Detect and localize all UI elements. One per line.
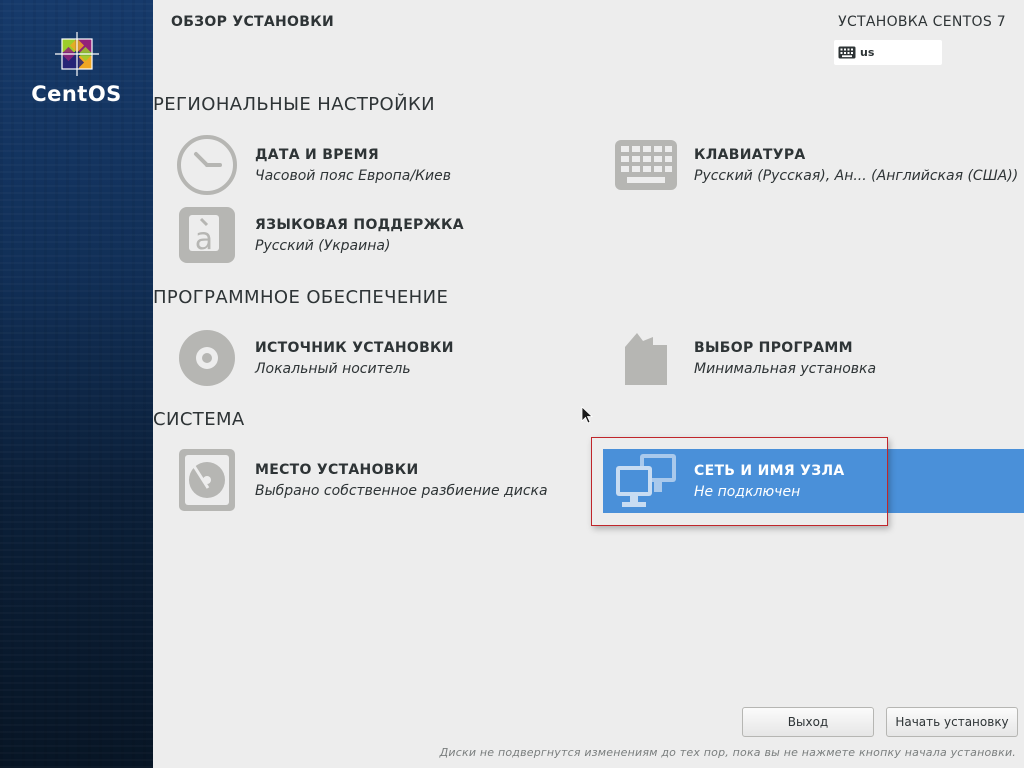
spoke-language-status: Русский (Украина) (255, 237, 391, 254)
spoke-network-hostname-title: СЕТЬ И ИМЯ УЗЛА (694, 462, 845, 479)
footer-note: Диски не подвергнутся изменениям до тех … (439, 746, 1016, 759)
harddisk-icon (179, 449, 235, 511)
sidebar-texture (0, 0, 153, 768)
begin-installation-button[interactable]: Начать установку (886, 707, 1018, 737)
keyboard-icon (615, 140, 677, 190)
keyboard-icon (838, 46, 856, 59)
spoke-software-selection-title: ВЫБОР ПРОГРАММ (694, 339, 853, 356)
spoke-install-source-title: ИСТОЧНИК УСТАНОВКИ (255, 339, 454, 356)
spoke-language[interactable]: a ЯЗЫКОВАЯ ПОДДЕРЖКА Русский (Украина) (175, 203, 464, 267)
centos-logo: CentOS (0, 30, 153, 106)
spoke-install-source[interactable]: ИСТОЧНИК УСТАНОВКИ Локальный носитель (175, 326, 454, 390)
mouse-cursor-icon (581, 406, 593, 424)
quit-button[interactable]: Выход (742, 707, 874, 737)
spoke-install-destination[interactable]: МЕСТО УСТАНОВКИ Выбрано собственное разб… (175, 448, 548, 512)
section-software-heading: ПРОГРАММНОЕ ОБЕСПЕЧЕНИЕ (153, 287, 449, 308)
spoke-install-destination-title: МЕСТО УСТАНОВКИ (255, 461, 419, 478)
page-title: ОБЗОР УСТАНОВКИ (171, 14, 334, 30)
spoke-language-title: ЯЗЫКОВАЯ ПОДДЕРЖКА (255, 216, 464, 233)
spoke-software-selection-status: Минимальная установка (694, 360, 877, 377)
spoke-software-selection[interactable]: ВЫБОР ПРОГРАММ Минимальная установка (614, 326, 876, 390)
spoke-datetime-title: ДАТА И ВРЕМЯ (255, 146, 379, 163)
disc-icon (179, 330, 235, 386)
network-icon (616, 454, 676, 507)
spoke-keyboard[interactable]: КЛАВИАТУРА Русский (Русская), Ан... (Анг… (614, 133, 1018, 197)
sidebar: CentOS (0, 0, 153, 768)
keyboard-layout-label: us (860, 46, 875, 59)
spoke-keyboard-status: Русский (Русская), Ан... (Английская (СШ… (694, 167, 1019, 184)
keyboard-layout-indicator[interactable]: us (834, 40, 942, 65)
spoke-keyboard-title: КЛАВИАТУРА (694, 146, 806, 163)
section-localization-heading: РЕГИОНАЛЬНЫЕ НАСТРОЙКИ (153, 94, 436, 115)
logo-text: CentOS (31, 82, 122, 106)
spoke-install-destination-status: Выбрано собственное разбиение диска (255, 482, 548, 499)
package-icon (625, 333, 667, 385)
spoke-datetime-status: Часовой пояс Европа/Киев (255, 167, 451, 184)
spoke-network-hostname-status: Не подключен (694, 483, 801, 500)
section-system-heading: СИСТЕМА (153, 409, 245, 430)
svg-text:a: a (195, 222, 213, 257)
centos-logo-icon (54, 32, 99, 76)
spoke-install-source-status: Локальный носитель (255, 360, 411, 377)
spoke-datetime[interactable]: ДАТА И ВРЕМЯ Часовой пояс Европа/Киев (175, 133, 451, 197)
product-title: УСТАНОВКА CENTOS 7 (838, 14, 1006, 30)
clock-icon (177, 135, 237, 195)
spoke-network-hostname[interactable]: СЕТЬ И ИМЯ УЗЛА Не подключен (603, 449, 1024, 513)
language-icon: a (179, 207, 235, 263)
main-panel: ОБЗОР УСТАНОВКИ УСТАНОВКА CENTOS 7 us РЕ… (153, 0, 1024, 768)
